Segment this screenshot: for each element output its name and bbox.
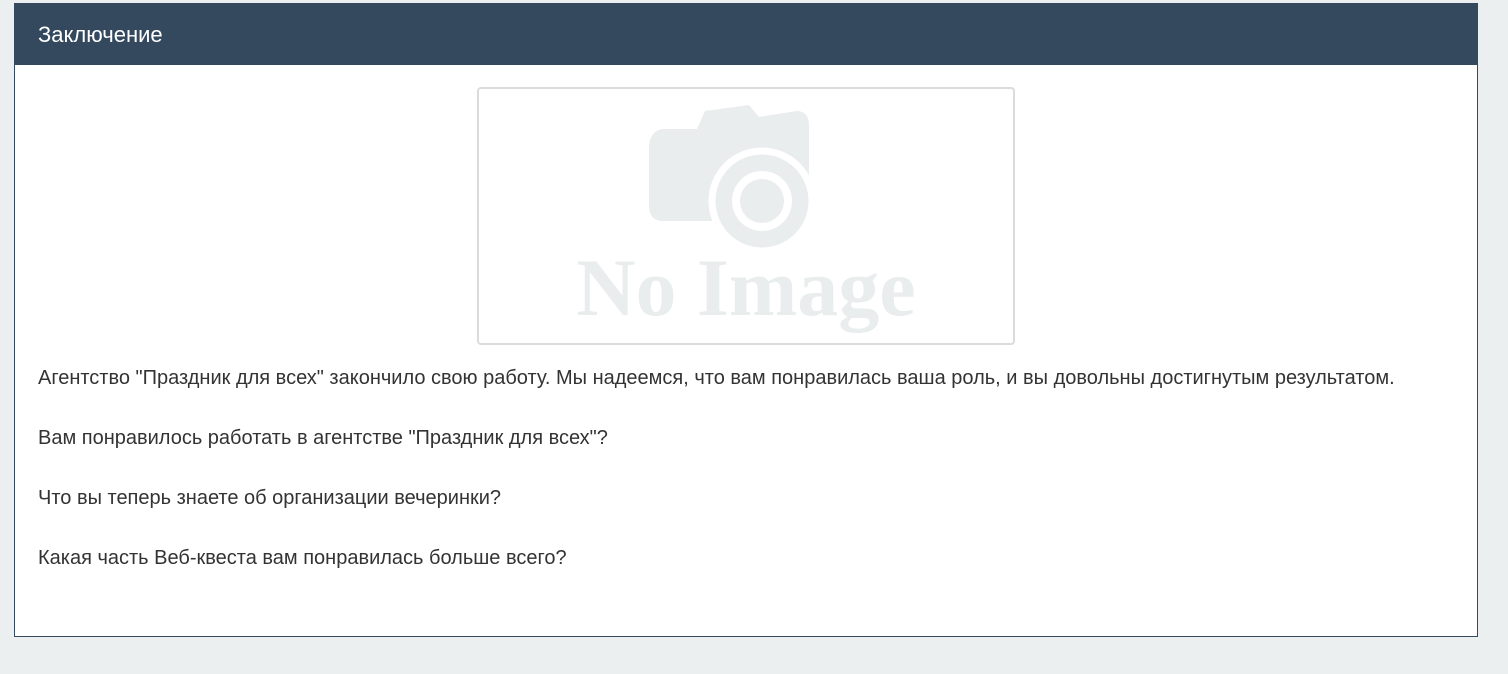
no-image-placeholder: No Image <box>477 87 1015 345</box>
camera-icon <box>649 105 816 255</box>
question-1: Вам понравилось работать в агентстве "Пр… <box>38 427 608 449</box>
paragraph-intro: Агентство "Праздник для всех" закончило … <box>38 367 1395 389</box>
no-image-text: No Image <box>576 242 915 333</box>
no-image-graphic: No Image <box>576 105 916 333</box>
question-2: Что вы теперь знаете об организации вече… <box>38 487 502 509</box>
conclusion-text: Агентство "Праздник для всех" закончило … <box>38 363 1458 603</box>
conclusion-panel: Заключение No Image Агентство "Праздник … <box>14 3 1478 637</box>
panel-title: Заключение <box>15 4 1477 65</box>
question-3: Какая часть Веб-квеста вам понравилась б… <box>38 547 567 569</box>
